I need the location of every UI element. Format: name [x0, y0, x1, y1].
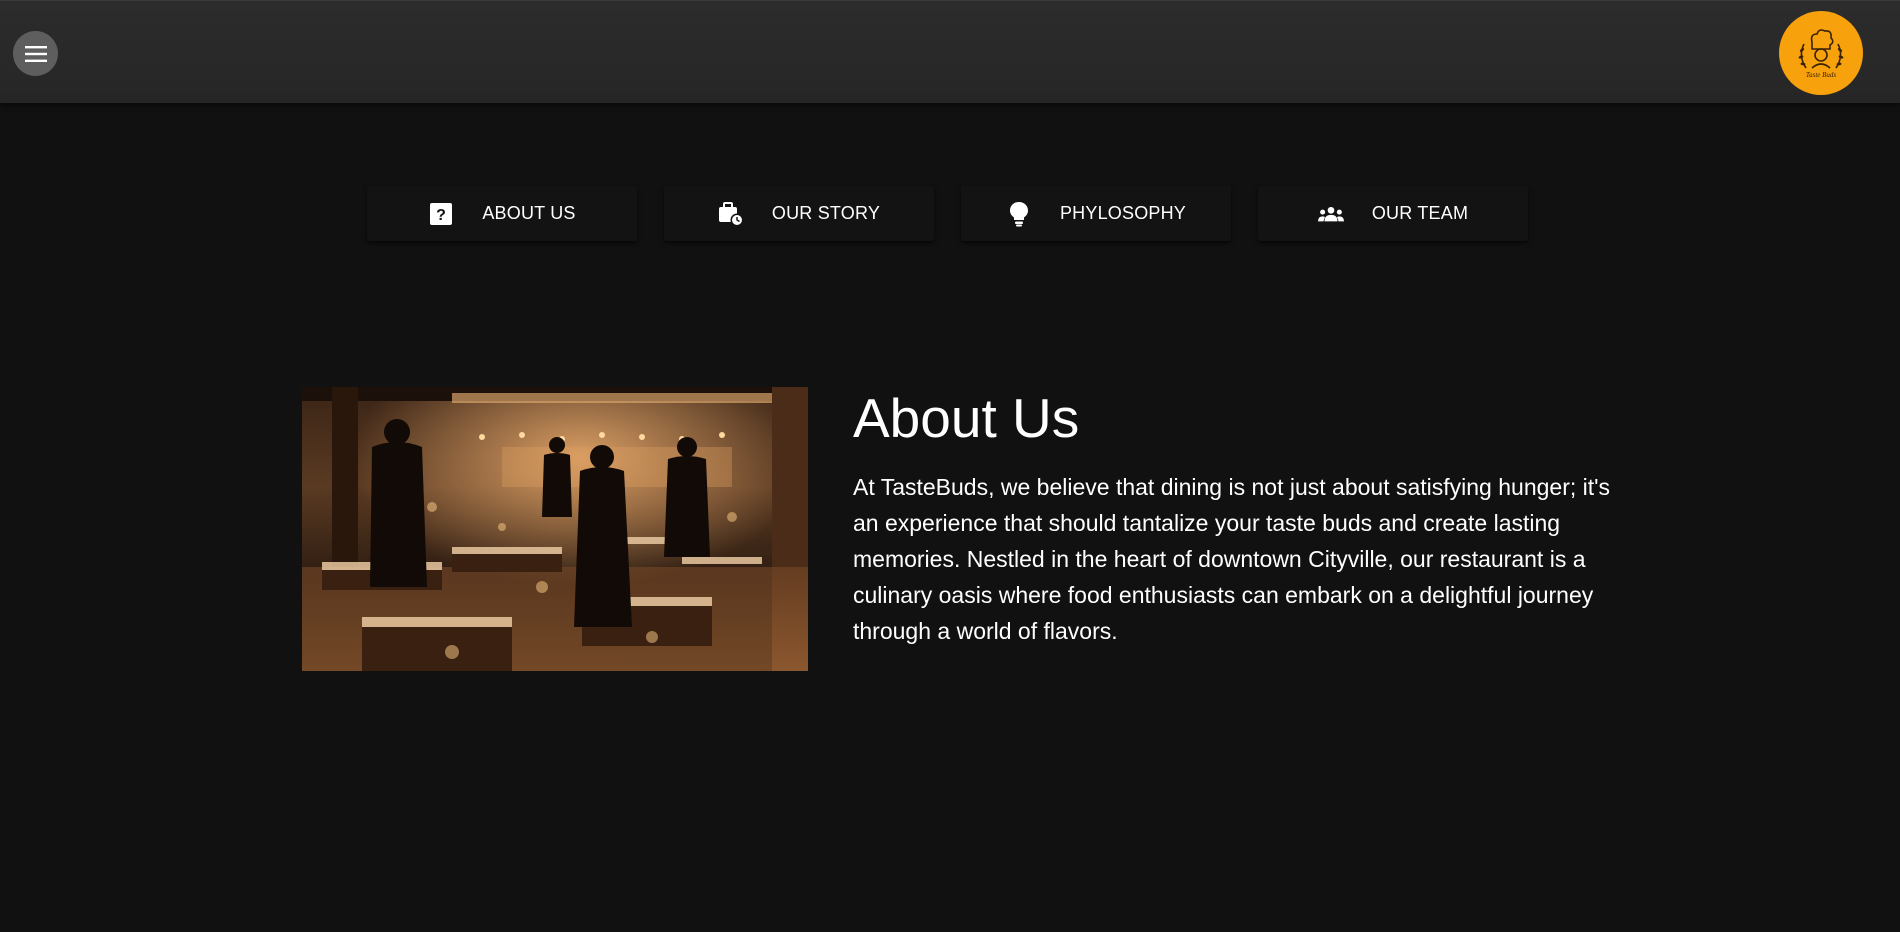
lightbulb-icon: [1006, 201, 1032, 227]
menu-button[interactable]: [13, 31, 58, 76]
hamburger-menu-icon: [24, 45, 47, 62]
question-box-icon: ?: [428, 201, 454, 227]
about-section: About Us At TasteBuds, we believe that d…: [853, 383, 1613, 649]
briefcase-clock-icon: [718, 201, 744, 227]
tab-phylosophy-label: PHYLOSOPHY: [1059, 203, 1187, 223]
top-app-bar: Taste Buds: [0, 0, 1900, 103]
about-title: About Us: [853, 387, 1080, 449]
tab-phylosophy[interactable]: PHYLOSOPHY: [961, 186, 1231, 241]
tab-about-us-label: ABOUT US: [482, 203, 576, 223]
tab-our-team-label: OUR TEAM: [1371, 203, 1469, 223]
tab-our-story-label: OUR STORY: [771, 203, 881, 223]
tab-our-story[interactable]: OUR STORY: [664, 186, 934, 241]
tab-our-team[interactable]: OUR TEAM: [1258, 186, 1528, 241]
about-description: At TasteBuds, we believe that dining is …: [853, 474, 1611, 644]
group-icon: [1317, 201, 1344, 227]
about-tabs: ? ABOUT US OUR STORY PHYLOSOPHY OUR TEAM: [367, 186, 1528, 241]
svg-text:Taste Buds: Taste Buds: [1806, 71, 1837, 79]
restaurant-interior-photo: [302, 387, 808, 671]
taste-buds-logo[interactable]: Taste Buds: [1779, 11, 1863, 95]
svg-text:?: ?: [436, 207, 446, 224]
tab-about-us[interactable]: ? ABOUT US: [367, 186, 637, 241]
chef-hat-logo-icon: Taste Buds: [1798, 29, 1844, 79]
